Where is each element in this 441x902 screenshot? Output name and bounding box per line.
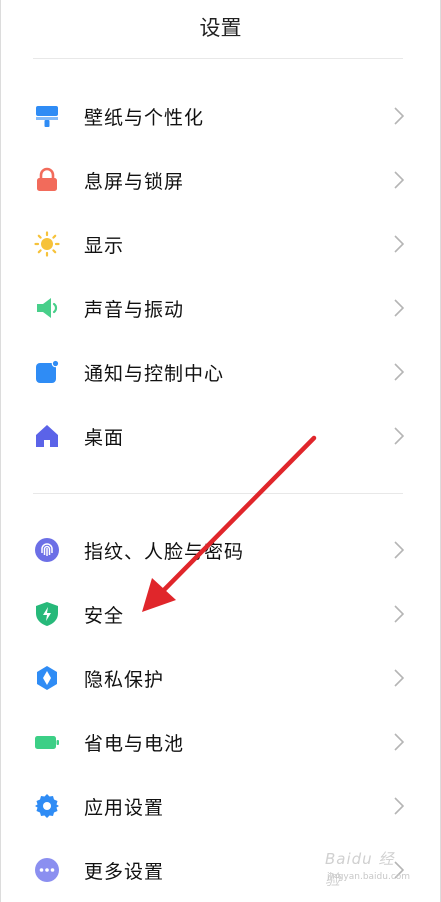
settings-item-label: 省电与电池 [84,732,185,755]
settings-item-label: 桌面 [84,426,125,449]
group-divider [33,493,403,494]
settings-item-notifications[interactable]: 通知与控制中心 [0,340,441,404]
settings-item-label: 显示 [84,234,125,257]
privacy-icon [34,665,60,691]
chevron-right-icon [394,235,404,253]
chevron-right-icon [394,107,404,125]
chevron-right-icon [394,427,404,445]
settings-item-label: 指纹、人脸与密码 [84,540,245,563]
wallpaper-icon [34,103,60,129]
settings-item-label: 通知与控制中心 [84,362,225,385]
settings-item-label: 壁纸与个性化 [84,106,205,129]
fingerprint-icon [34,537,60,563]
settings-item-display[interactable]: 显示 [0,212,441,276]
chevron-right-icon [394,541,404,559]
header-divider [33,58,403,59]
chevron-right-icon [394,797,404,815]
chevron-right-icon [394,605,404,623]
settings-item-apps[interactable]: 应用设置 [0,774,441,838]
chevron-right-icon [394,299,404,317]
settings-item-privacy[interactable]: 隐私保护 [0,646,441,710]
sun-icon [34,231,60,257]
gear-icon [34,793,60,819]
watermark-url: jingyan.baidu.com [327,872,411,882]
battery-icon [34,729,60,755]
settings-item-label: 安全 [84,604,125,627]
baidu-watermark: Baidu 经验 jingyan.baidu.com [325,848,410,889]
settings-item-sound[interactable]: 声音与振动 [0,276,441,340]
speaker-icon [34,295,60,321]
settings-item-fingerprint[interactable]: 指纹、人脸与密码 [0,518,441,582]
settings-item-label: 更多设置 [84,860,165,883]
chevron-right-icon [394,733,404,751]
header: 设置 [0,0,441,58]
settings-item-battery[interactable]: 省电与电池 [0,710,441,774]
more-icon [34,857,60,883]
notification-icon [34,359,60,385]
settings-item-wallpaper[interactable]: 壁纸与个性化 [0,84,441,148]
page-title: 设置 [199,16,242,40]
chevron-right-icon [394,171,404,189]
settings-item-label: 应用设置 [84,796,165,819]
watermark-text: Baidu 经验 [325,850,395,889]
settings-item-label: 隐私保护 [84,668,165,691]
settings-item-lockscreen[interactable]: 息屏与锁屏 [0,148,441,212]
settings-item-desktop[interactable]: 桌面 [0,404,441,468]
lock-icon [34,167,60,193]
settings-item-label: 声音与振动 [84,298,185,321]
shield-icon [34,601,60,627]
home-icon [34,423,60,449]
settings-item-security[interactable]: 安全 [0,582,441,646]
settings-item-label: 息屏与锁屏 [84,170,185,193]
chevron-right-icon [394,669,404,687]
chevron-right-icon [394,363,404,381]
